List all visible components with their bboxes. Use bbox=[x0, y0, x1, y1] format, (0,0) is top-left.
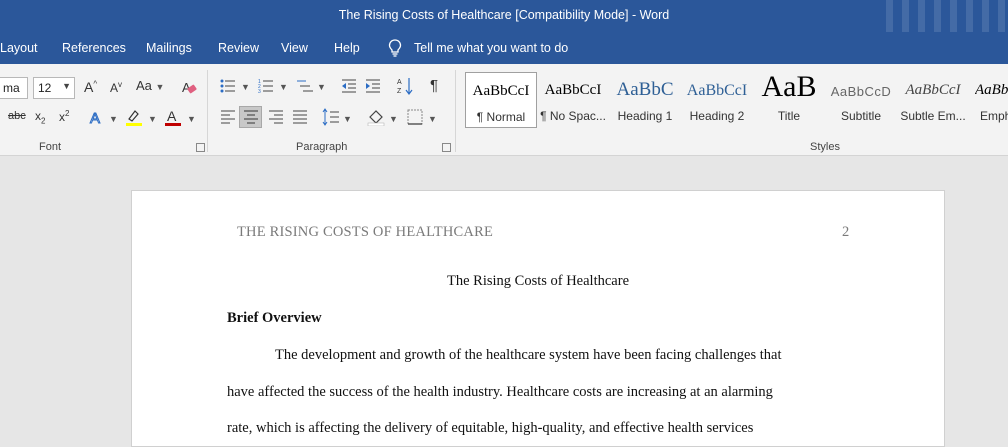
style-name: Subtitle bbox=[840, 109, 882, 123]
sort-icon[interactable]: AZ bbox=[397, 76, 413, 96]
grow-font-button[interactable]: A^ bbox=[84, 79, 97, 95]
tab-layout[interactable]: Layout bbox=[0, 41, 38, 55]
align-center-button[interactable] bbox=[239, 106, 262, 128]
show-formatting-marks-icon[interactable]: ¶ bbox=[430, 77, 438, 94]
font-size-value: 12 bbox=[38, 81, 52, 95]
font-name-combo[interactable]: ma bbox=[0, 77, 28, 99]
title-bar: The Rising Costs of Healthcare [Compatib… bbox=[0, 0, 1008, 32]
page-number: 2 bbox=[842, 224, 850, 240]
style-preview: AaBbCcI bbox=[686, 82, 748, 99]
svg-text:A: A bbox=[90, 110, 100, 126]
style-name: Subtle Em... bbox=[900, 109, 966, 123]
chevron-down-icon[interactable]: ▼ bbox=[109, 114, 118, 124]
style-heading-1[interactable]: AaBbC Heading 1 bbox=[609, 72, 681, 128]
tab-mailings[interactable]: Mailings bbox=[146, 41, 192, 55]
font-dialog-launcher-icon[interactable] bbox=[196, 143, 205, 152]
lightbulb-icon[interactable] bbox=[388, 39, 402, 57]
body-line: have affected the success of the health … bbox=[227, 384, 773, 400]
style-preview: AaB bbox=[761, 70, 817, 103]
font-size-combo[interactable]: 12 ▼ bbox=[33, 77, 75, 99]
paragraph-dialog-launcher-icon[interactable] bbox=[442, 143, 451, 152]
style-subtle-emphasis[interactable]: AaBbCcI Subtle Em... bbox=[897, 72, 969, 128]
multilevel-list-icon[interactable] bbox=[296, 78, 314, 94]
decrease-indent-icon[interactable] bbox=[341, 78, 357, 94]
align-center-icon bbox=[244, 110, 258, 124]
style-name: Emph bbox=[980, 109, 1008, 123]
svg-text:A: A bbox=[167, 108, 177, 124]
shading-icon[interactable] bbox=[367, 108, 385, 126]
style-subtitle[interactable]: AaBbCcD Subtitle bbox=[825, 72, 897, 128]
running-head: THE RISING COSTS OF HEALTHCARE bbox=[237, 224, 494, 240]
style-heading-2[interactable]: AaBbCcI Heading 2 bbox=[681, 72, 753, 128]
ribbon: ma 12 ▼ A^ Av Aa ▼ A abc x2 x2 A ▼ ▼ A ▼… bbox=[0, 64, 1008, 156]
style-preview: AaBbCcI bbox=[544, 82, 602, 98]
chevron-down-icon[interactable]: ▼ bbox=[428, 114, 437, 124]
line-spacing-icon[interactable] bbox=[322, 108, 340, 126]
chevron-down-icon[interactable]: ▼ bbox=[148, 114, 157, 124]
group-separator bbox=[207, 70, 208, 152]
subscript-button[interactable]: x2 bbox=[35, 109, 45, 125]
svg-text:Z: Z bbox=[397, 88, 402, 95]
svg-text:A: A bbox=[397, 79, 402, 86]
justify-icon[interactable] bbox=[292, 109, 308, 125]
document-page[interactable]: THE RISING COSTS OF HEALTHCARE 2 The Ris… bbox=[131, 190, 945, 447]
font-group-label: Font bbox=[39, 141, 62, 153]
window-title: The Rising Costs of Healthcare [Compatib… bbox=[338, 8, 670, 22]
style-preview: AaBbC bbox=[616, 79, 674, 100]
highlight-color-icon[interactable] bbox=[125, 107, 143, 127]
style-name: Heading 1 bbox=[617, 109, 673, 123]
style-no-spacing[interactable]: AaBbCcI ¶ No Spac... bbox=[537, 72, 609, 128]
style-name: ¶ No Spac... bbox=[540, 109, 606, 123]
increase-indent-icon[interactable] bbox=[365, 78, 381, 94]
chevron-down-icon[interactable]: ▼ bbox=[241, 82, 250, 92]
svg-text:3: 3 bbox=[258, 89, 261, 94]
body-line: rate, which is affecting the delivery of… bbox=[227, 420, 754, 436]
style-preview: AaBbCcI bbox=[905, 82, 961, 98]
chevron-down-icon[interactable]: ▼ bbox=[62, 81, 71, 91]
font-color-icon[interactable]: A bbox=[164, 107, 182, 127]
chevron-down-icon[interactable]: ▼ bbox=[317, 82, 326, 92]
chevron-down-icon[interactable]: ▼ bbox=[279, 82, 288, 92]
paragraph-group-label: Paragraph bbox=[296, 141, 348, 153]
document-title: The Rising Costs of Healthcare bbox=[446, 273, 629, 289]
chevron-down-icon[interactable]: ▼ bbox=[343, 114, 352, 124]
style-preview: AaBbCcD bbox=[830, 84, 892, 99]
shrink-font-button[interactable]: Av bbox=[110, 80, 122, 95]
title-bar-decoration bbox=[878, 0, 1008, 32]
style-preview: AaBb bbox=[975, 82, 1008, 98]
strikethrough-button[interactable]: abc bbox=[8, 110, 26, 122]
tab-review[interactable]: Review bbox=[218, 41, 259, 55]
change-case-button[interactable]: Aa ▼ bbox=[136, 78, 164, 93]
style-title[interactable]: AaB Title bbox=[753, 70, 825, 128]
tab-references[interactable]: References bbox=[62, 41, 126, 55]
style-normal[interactable]: AaBbCcI ¶ Normal bbox=[465, 72, 537, 128]
chevron-down-icon[interactable]: ▼ bbox=[389, 114, 398, 124]
align-right-icon[interactable] bbox=[268, 109, 284, 125]
chevron-down-icon[interactable]: ▼ bbox=[187, 114, 196, 124]
bullets-icon[interactable] bbox=[220, 78, 236, 94]
style-name: Heading 2 bbox=[689, 109, 745, 123]
tell-me-search[interactable]: Tell me what you want to do bbox=[414, 41, 568, 55]
section-heading: Brief Overview bbox=[227, 310, 322, 326]
style-emphasis[interactable]: AaBb Emph bbox=[969, 72, 1008, 128]
tab-help[interactable]: Help bbox=[334, 41, 360, 55]
change-case-label: Aa bbox=[136, 78, 152, 93]
style-preview: AaBbCcI bbox=[472, 83, 530, 99]
align-left-icon[interactable] bbox=[220, 109, 236, 125]
text-effects-icon[interactable]: A bbox=[88, 108, 106, 127]
borders-icon[interactable] bbox=[407, 109, 423, 125]
group-separator bbox=[455, 70, 456, 152]
style-name: Title bbox=[777, 109, 801, 123]
numbering-icon[interactable]: 1 2 3 bbox=[258, 78, 274, 94]
style-name: ¶ Normal bbox=[476, 110, 526, 124]
font-name-value: ma bbox=[3, 81, 20, 95]
tab-view[interactable]: View bbox=[281, 41, 308, 55]
menu-bar: Layout References Mailings Review View H… bbox=[0, 32, 1008, 64]
clear-formatting-icon[interactable]: A bbox=[180, 78, 198, 96]
body-line: The development and growth of the health… bbox=[275, 347, 782, 363]
superscript-button[interactable]: x2 bbox=[59, 109, 69, 124]
styles-group-label: Styles bbox=[810, 141, 840, 153]
